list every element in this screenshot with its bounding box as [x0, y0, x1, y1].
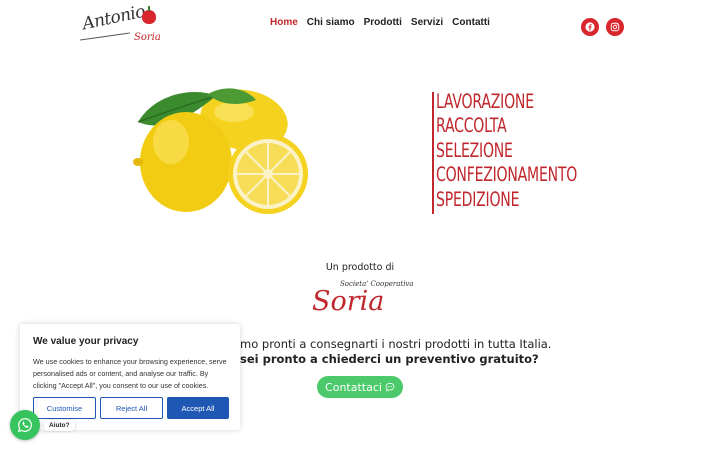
whatsapp-icon [17, 418, 32, 433]
accept-all-button[interactable]: Accept All [167, 397, 229, 419]
hero-word-confezionamento: CONFEZIONAMENTO [436, 163, 578, 187]
message-line-1: mo pronti a consegnarti i nostri prodott… [240, 337, 552, 351]
site-logo[interactable]: Antonio Soria [80, 2, 161, 46]
nav-item-home[interactable]: Home [270, 17, 298, 28]
contattaci-button[interactable]: Contattaci [317, 376, 403, 398]
hero-divider [432, 92, 434, 214]
message-line-2: sei pronto a chiederci un preventivo gra… [240, 352, 539, 366]
apple-icon [142, 6, 156, 24]
hero-word-spedizione: SPEDIZIONE [436, 187, 520, 211]
nav-item-prodotti[interactable]: Prodotti [364, 17, 402, 28]
nav-item-chi-siamo[interactable]: Chi siamo [307, 17, 355, 28]
soria-logo: Societa' Cooperativa Soria [310, 280, 414, 318]
logo-sub-text: Soria [134, 32, 161, 43]
product-of-label: Un prodotto di [325, 262, 395, 273]
reject-all-button[interactable]: Reject All [100, 397, 163, 419]
lemons-image [133, 88, 308, 214]
hero-word-lavorazione: LAVORAZIONE [436, 90, 534, 113]
soria-logo-name: Soria [312, 286, 385, 317]
chat-bubble-icon [385, 382, 395, 392]
cookie-text: We use cookies to enhance your browsing … [33, 357, 227, 391]
instagram-icon [610, 22, 620, 32]
hero-services-list: LAVORAZIONE RACCOLTA SELEZIONE CONFEZION… [432, 90, 622, 214]
cookie-title: We value your privacy [33, 336, 139, 347]
nav-item-servizi[interactable]: Servizi [411, 17, 443, 28]
cookie-consent-panel: We value your privacy We use cookies to … [20, 324, 240, 430]
facebook-icon [585, 22, 595, 32]
social-links [581, 18, 624, 36]
facebook-button[interactable] [581, 18, 599, 36]
cookie-buttons: Customise Reject All Accept All [33, 397, 229, 419]
whatsapp-button[interactable] [10, 410, 40, 440]
customise-button[interactable]: Customise [33, 397, 96, 419]
main-nav: Home Chi siamo Prodotti Servizi Contatti [270, 17, 490, 28]
hero-word-selezione: SELEZIONE [436, 138, 513, 162]
page: Antonio Soria Home Chi siamo Prodotti Se… [0, 0, 720, 450]
hero-word-raccolta: RACCOLTA [436, 114, 507, 138]
site-header: Antonio Soria Home Chi siamo Prodotti Se… [0, 0, 720, 50]
whatsapp-help-label[interactable]: Aiuto? [44, 420, 75, 431]
instagram-button[interactable] [606, 18, 624, 36]
contattaci-label: Contattaci [325, 380, 382, 394]
logo-script-text: Antonio [80, 1, 147, 35]
nav-item-contatti[interactable]: Contatti [452, 17, 490, 28]
